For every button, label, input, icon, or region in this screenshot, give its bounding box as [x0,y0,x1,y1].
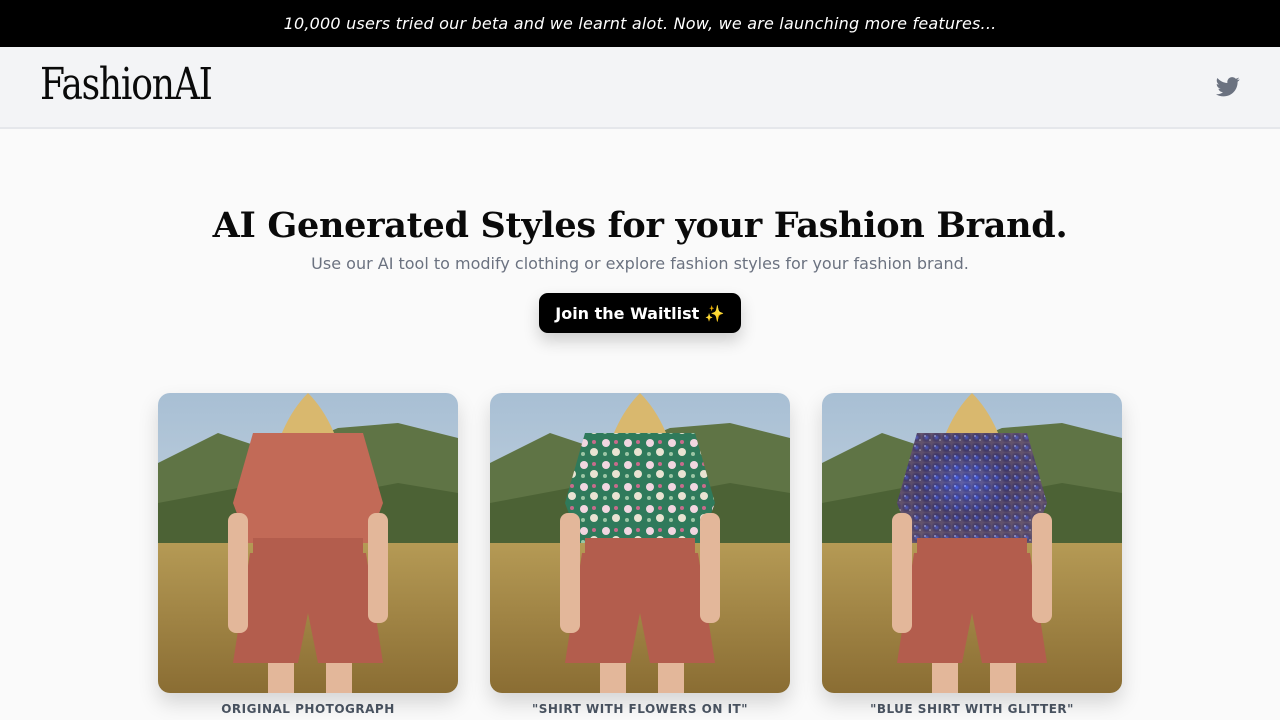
announcement-text: 10,000 users tried our beta and we learn… [283,14,997,33]
logo[interactable]: FashionAI [40,59,213,110]
gallery-caption: ORIGINAL PHOTOGRAPH [221,702,395,716]
fashion-photo [490,393,790,693]
gallery-card-flowers: "SHIRT WITH FLOWERS ON IT" [490,393,790,716]
fashion-photo [822,393,1122,693]
hero-subtitle: Use our AI tool to modify clothing or ex… [311,254,969,273]
gallery-card-glitter: "BLUE SHIRT WITH GLITTER" [822,393,1122,716]
fashion-photo [158,393,458,693]
gallery-caption: "BLUE SHIRT WITH GLITTER" [870,702,1074,716]
gallery-card-original: ORIGINAL PHOTOGRAPH [158,393,458,716]
join-waitlist-button[interactable]: Join the Waitlist ✨ [539,293,741,333]
twitter-icon[interactable] [1216,76,1240,98]
site-header: FashionAI [0,47,1280,129]
hero-title: AI Generated Styles for your Fashion Bra… [212,205,1068,246]
announcement-bar: 10,000 users tried our beta and we learn… [0,0,1280,47]
gallery-caption: "SHIRT WITH FLOWERS ON IT" [531,702,748,716]
